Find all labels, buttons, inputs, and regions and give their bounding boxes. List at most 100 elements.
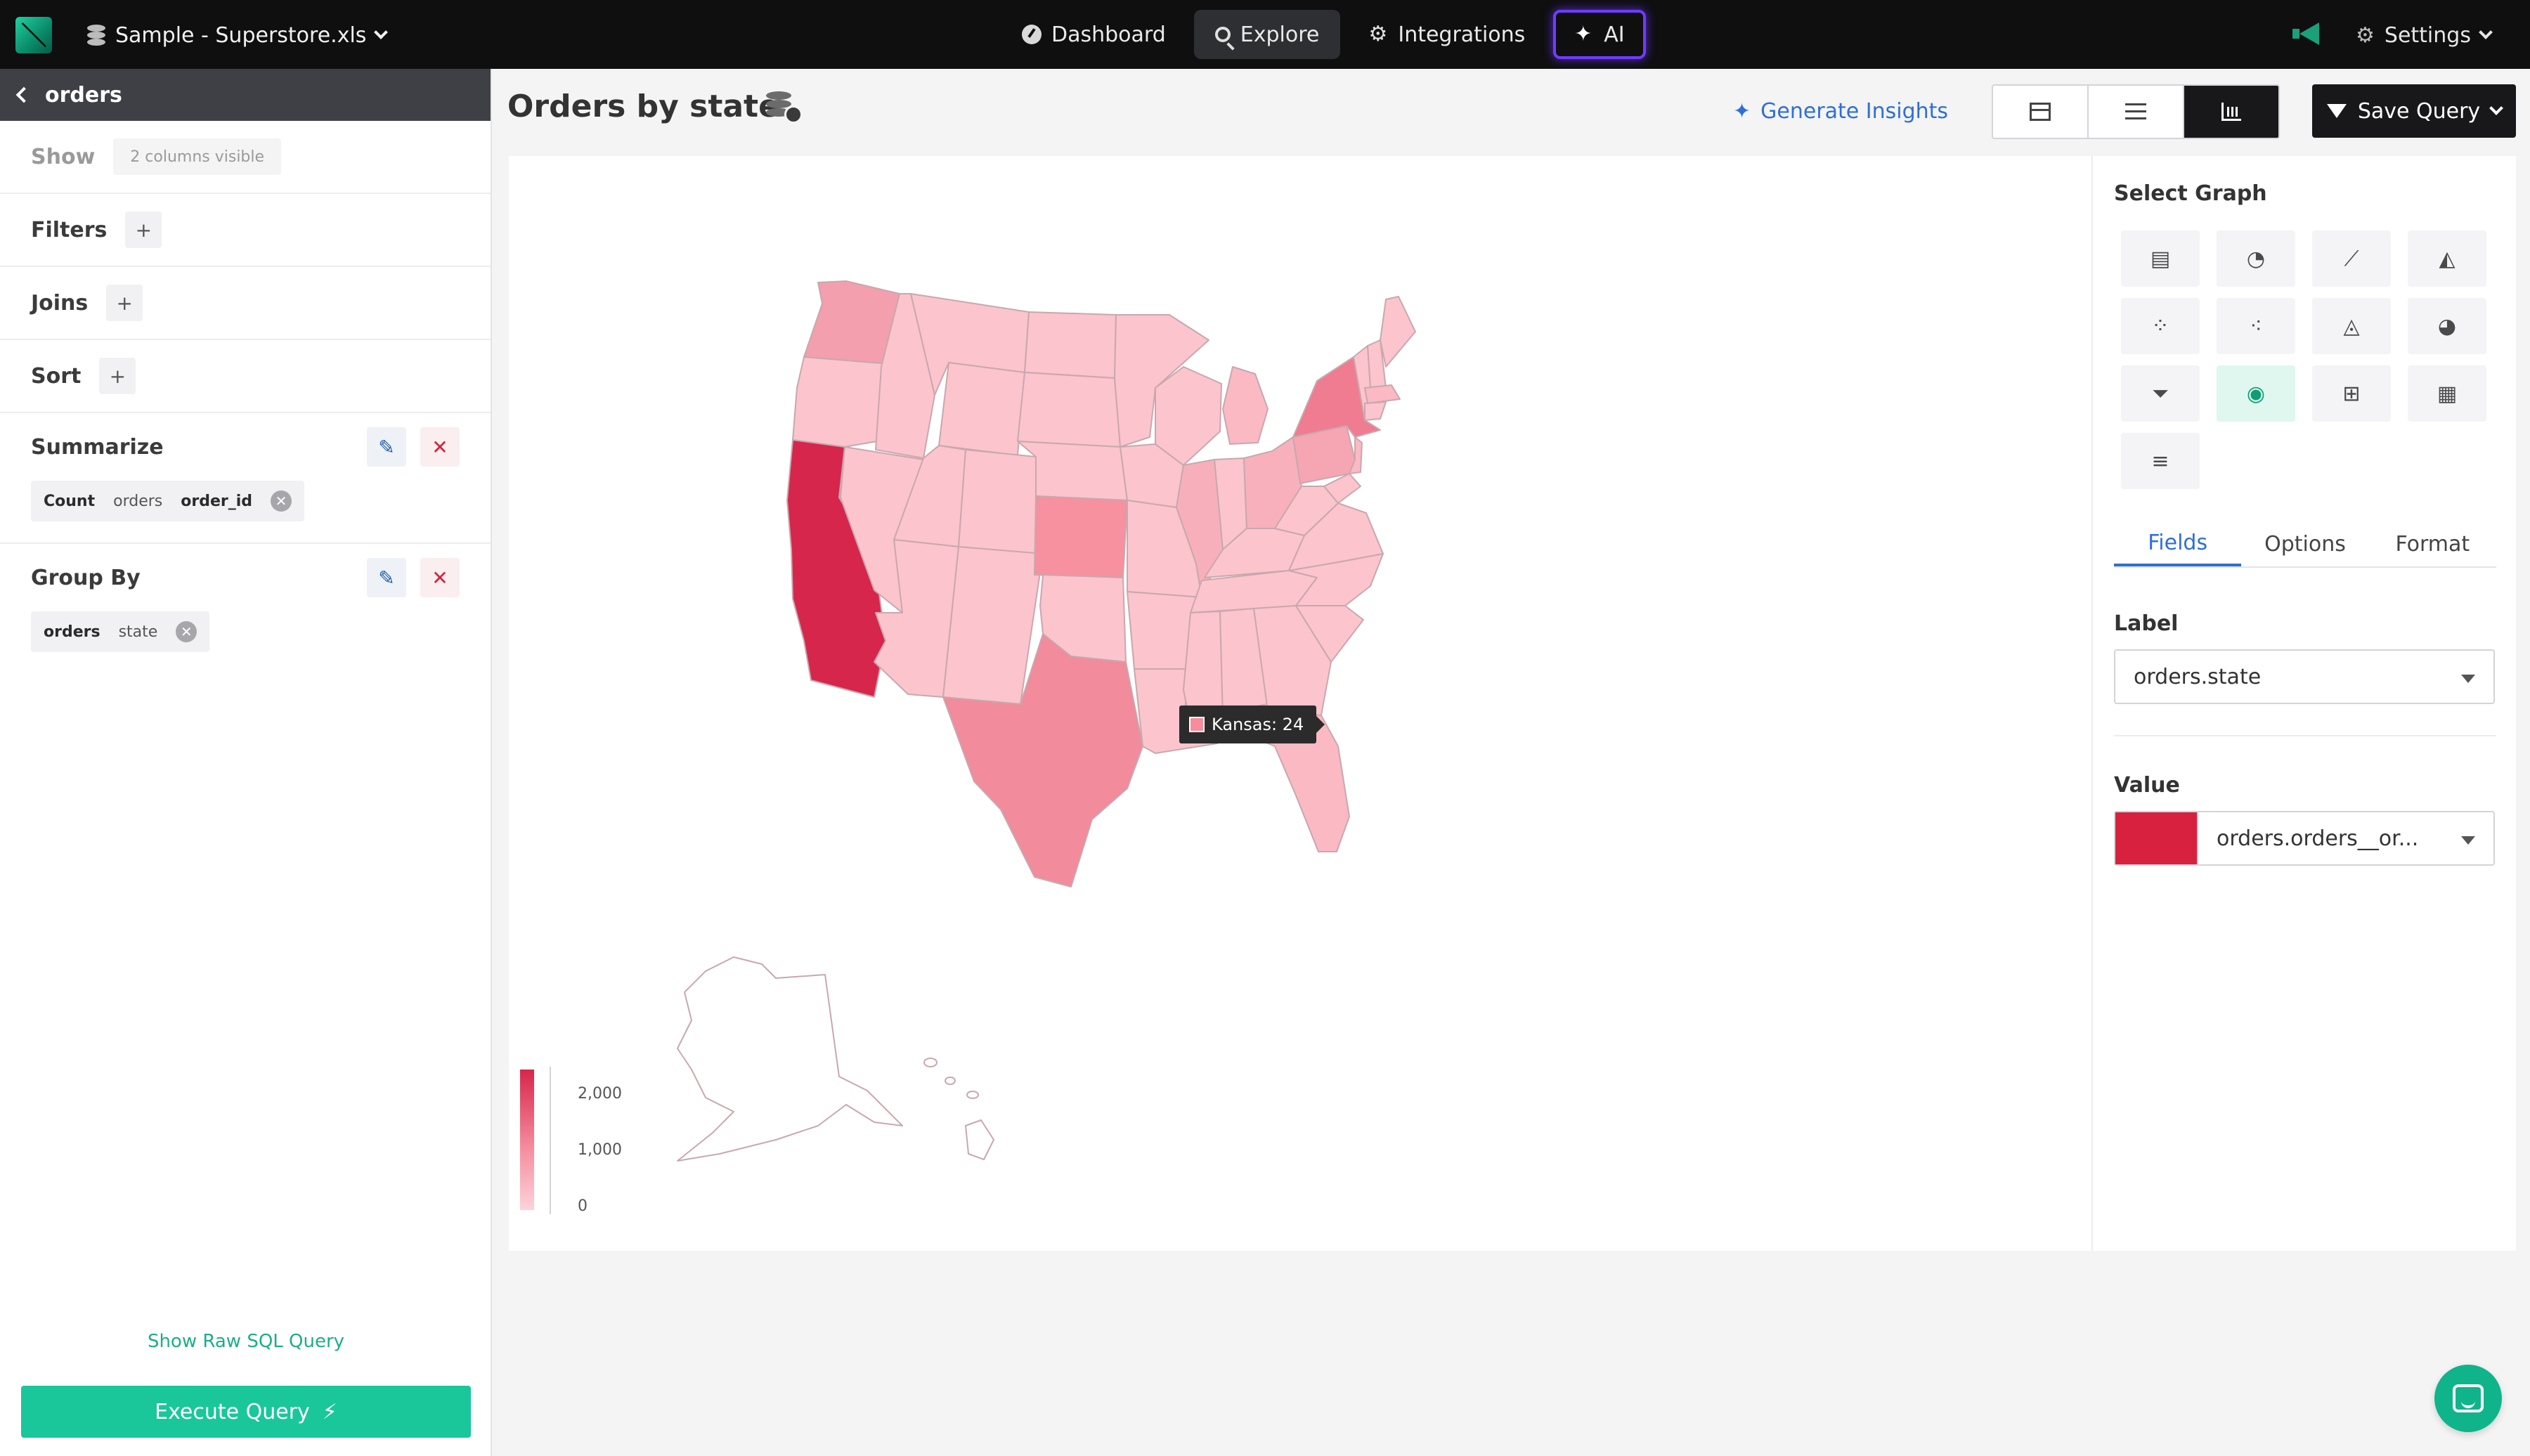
sunburst-chart-button[interactable]: ◕	[2408, 298, 2486, 354]
value-color-swatch[interactable]	[2115, 812, 2198, 864]
nav-explore-label: Explore	[1240, 22, 1320, 47]
nav-ai[interactable]: ✦ AI	[1553, 10, 1646, 59]
bar-chart-button[interactable]: ▤	[2121, 230, 2200, 287]
columns-visible-chip[interactable]: 2 columns visible	[113, 138, 282, 175]
value-field-title: Value	[2114, 773, 2180, 798]
pie-chart-button[interactable]: ◔	[2217, 230, 2295, 287]
radar-chart-button[interactable]: ◬	[2312, 298, 2391, 354]
tab-fields[interactable]: Fields	[2114, 521, 2242, 566]
table-view-button[interactable]	[1993, 86, 2089, 138]
list-view-button[interactable]	[2089, 86, 2184, 138]
state-oregon	[792, 356, 890, 448]
pivot-chart-button[interactable]: ▦	[2408, 365, 2486, 422]
boxplot-chart-button[interactable]: ⊞	[2312, 365, 2391, 422]
funnel-icon	[2326, 104, 2347, 118]
radar-chart-icon: ◬	[2343, 313, 2360, 339]
remove-chip-icon[interactable]: ✕	[271, 490, 292, 512]
summarize-label: Summarize	[31, 434, 164, 460]
datasource-selector[interactable]: Sample - Superstore.xls	[87, 20, 389, 51]
page-title: Orders by state	[507, 89, 779, 124]
area-chart-button[interactable]: ◭	[2408, 230, 2486, 287]
add-filter-button[interactable]: +	[125, 212, 162, 248]
add-join-button[interactable]: +	[106, 285, 143, 321]
save-query-button[interactable]: Save Query	[2312, 84, 2516, 138]
state-michigan	[1222, 366, 1269, 445]
map-tooltip: Kansas: 24	[1179, 706, 1325, 743]
app-logo[interactable]	[15, 17, 52, 53]
chart-view-button[interactable]	[2184, 86, 2278, 138]
sparkle-icon: ✦	[1574, 22, 1592, 46]
label-field-value: orders.state	[2134, 664, 2262, 689]
legend-tick-label: 0	[578, 1197, 588, 1215]
announcements-icon[interactable]	[2292, 22, 2321, 45]
graph-type-grid: ▤ ◔ ⟋ ◭ ⁘ ⁖ ◬ ◕ ⏷ ◉ ⊞ ▦ ≡	[2121, 230, 2486, 489]
state-wisconsin	[1155, 366, 1222, 466]
chart-config-panel: Select Graph ▤ ◔ ⟋ ◭ ⁘ ⁖ ◬ ◕ ⏷ ◉ ⊞ ▦ ≡ Fields Option…	[2091, 156, 2516, 1251]
database-icon	[87, 25, 105, 46]
map-chart-button[interactable]: ◉	[2217, 365, 2295, 422]
summarize-table: orders	[113, 492, 163, 510]
legend-tick-label: 2,000	[578, 1085, 622, 1103]
sunburst-chart-icon: ◕	[2437, 313, 2457, 339]
group-by-chip[interactable]: orders state ✕	[31, 611, 210, 652]
edit-summarize-button[interactable]: ✎	[367, 427, 406, 467]
sankey-chart-button[interactable]: ≡	[2121, 433, 2200, 489]
settings-menu[interactable]: ⚙ Settings	[2356, 20, 2493, 51]
back-chevron-icon[interactable]	[15, 86, 32, 103]
sparkle-icon: ✦	[1733, 98, 1751, 124]
nav-integrations-label: Integrations	[1398, 22, 1526, 47]
table-header[interactable]: orders	[0, 69, 491, 121]
joins-label: Joins	[31, 290, 89, 316]
value-field-select[interactable]: orders.orders__or...	[2114, 811, 2495, 866]
nav-integrations[interactable]: ⚙ Integrations	[1347, 10, 1546, 59]
pie-chart-icon: ◔	[2246, 246, 2266, 271]
cache-settings-icon[interactable]	[765, 90, 804, 124]
chat-support-button[interactable]	[2434, 1365, 2502, 1432]
table-name: orders	[45, 82, 122, 108]
caret-down-icon	[2461, 675, 2475, 683]
bubble-chart-button[interactable]: ⁖	[2217, 298, 2295, 354]
delete-group-by-button[interactable]: ✕	[420, 558, 460, 597]
line-chart-button[interactable]: ⟋	[2312, 230, 2391, 287]
us-choropleth-map[interactable]	[509, 156, 2091, 1251]
sankey-chart-icon: ≡	[2151, 448, 2169, 474]
label-field-select[interactable]: orders.state	[2114, 649, 2495, 704]
main-nav: Dashboard Explore ⚙ Integrations ✦ AI	[1001, 10, 1646, 59]
execute-query-button[interactable]: Execute Query ⚡	[21, 1386, 471, 1438]
area-chart-icon: ◭	[2439, 246, 2456, 271]
nav-explore[interactable]: Explore	[1193, 10, 1341, 59]
sort-section: Sort +	[0, 340, 491, 413]
edit-group-by-button[interactable]: ✎	[367, 558, 406, 597]
summarize-section: Summarize ✎ ✕ Count orders order_id ✕	[0, 413, 491, 544]
tab-format[interactable]: Format	[2369, 521, 2496, 566]
state-hawaii	[965, 1119, 994, 1160]
tab-options[interactable]: Options	[2241, 521, 2368, 566]
funnel-chart-button[interactable]: ⏷	[2121, 365, 2200, 422]
state-massachusetts	[1364, 384, 1401, 404]
bar-chart-icon: ▤	[2150, 246, 2171, 271]
tooltip-text: Kansas: 24	[1212, 715, 1304, 734]
caret-down-icon	[2461, 836, 2475, 845]
list-icon	[2125, 103, 2146, 120]
group-by-section: Group By ✎ ✕ orders state ✕	[0, 544, 491, 673]
tooltip-swatch	[1189, 717, 1205, 732]
generate-insights-label: Generate Insights	[1760, 98, 1949, 124]
funnel-chart-icon: ⏷	[2152, 381, 2169, 406]
summarize-chip[interactable]: Count orders order_id ✕	[31, 481, 305, 521]
state-connecticut	[1364, 401, 1387, 421]
show-raw-sql-link[interactable]: Show Raw SQL Query	[0, 1331, 492, 1352]
table-icon	[2030, 103, 2051, 121]
sort-label: Sort	[31, 363, 82, 389]
nav-ai-label: AI	[1604, 22, 1625, 47]
add-sort-button[interactable]: +	[99, 358, 136, 394]
scatter-chart-button[interactable]: ⁘	[2121, 298, 2200, 354]
nav-dashboard[interactable]: Dashboard	[1001, 10, 1187, 59]
state-wyoming	[938, 362, 1025, 456]
generate-insights-button[interactable]: ✦ Generate Insights	[1733, 96, 1948, 126]
query-builder-panel: orders Show 2 columns visible Filters + …	[0, 69, 492, 1456]
delete-summarize-button[interactable]: ✕	[420, 427, 460, 467]
remove-chip-icon[interactable]: ✕	[176, 621, 197, 642]
summarize-column: order_id	[181, 492, 253, 510]
chart-card: Kansas: 24 2,000 1,000 0 Select Graph ▤ ◔…	[509, 156, 2516, 1251]
map-area: Kansas: 24 2,000 1,000 0	[509, 156, 2091, 1251]
